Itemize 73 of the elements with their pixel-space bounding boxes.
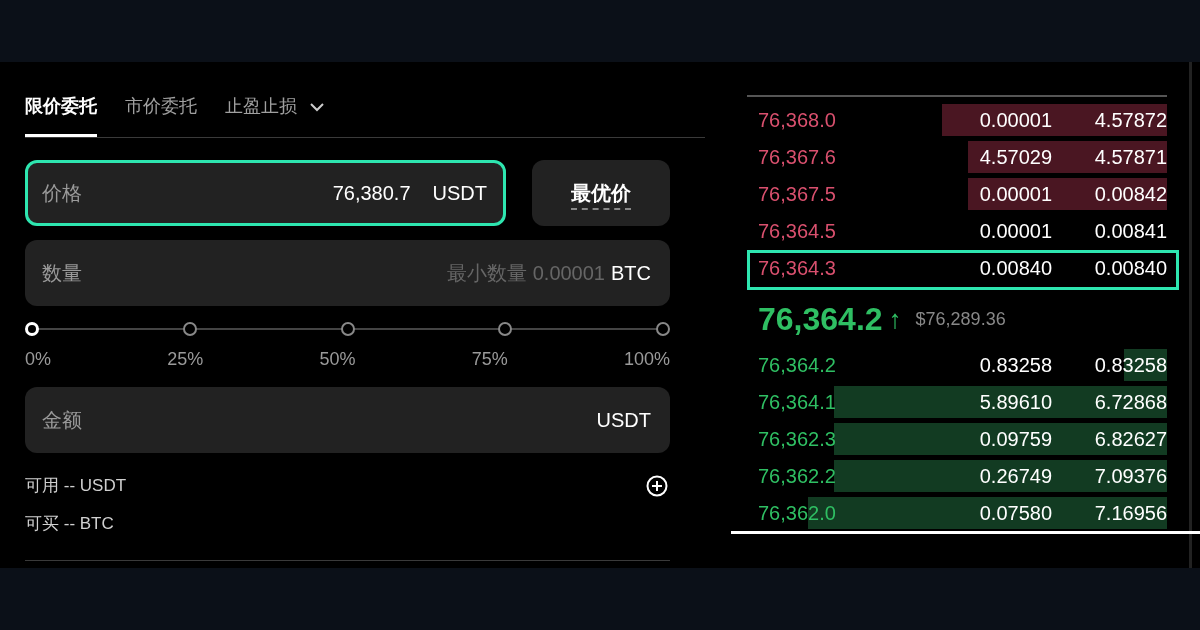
price-cell-text: 76,364.3 <box>758 255 837 281</box>
amount-input[interactable]: 最小数量 0.00001 <box>405 258 605 288</box>
amount-cell-text: 4.57029 <box>978 144 1052 170</box>
order-row[interactable]: 76,367.5 0.00001 0.00842 <box>735 175 1167 212</box>
price-cell-text: 76,364.2 <box>758 352 837 378</box>
price-cell-text: 76,367.6 <box>758 144 837 170</box>
amount-cell-text: 0.26749 <box>978 463 1052 489</box>
total-cell-text: 6.72868 <box>1094 389 1167 415</box>
price-cell-text: 76,364.1 <box>758 389 837 415</box>
chevron-down-icon <box>309 101 325 112</box>
slider-step[interactable] <box>340 322 355 336</box>
amount-cell-text: 0.07580 <box>978 500 1052 526</box>
usd-price: $76,289.36 <box>915 307 1006 331</box>
price-cell-text: 76,362.0 <box>758 500 837 526</box>
total-cell-text: 0.00841 <box>1094 218 1167 244</box>
field-label: 金额 <box>42 408 82 433</box>
input-field[interactable]: 价格 76,380.7 USDT <box>25 160 506 226</box>
amount-cell-text: 0.00840 <box>978 255 1052 281</box>
total-cell-text: 4.57872 <box>1094 107 1167 133</box>
field-label: 数量 <box>42 261 82 286</box>
amount-cell-text: 0.00001 <box>978 181 1052 207</box>
total-cell-text: 0.00840 <box>1094 255 1167 281</box>
total-cell-text: 4.57871 <box>1094 144 1167 170</box>
available-balance: 可用 -- USDT <box>25 475 127 497</box>
order-row[interactable]: 76,362.0 0.07580 7.16956 <box>735 494 1167 531</box>
amount-cell-text: 0.83258 <box>978 352 1052 378</box>
order-row[interactable]: 76,364.3 0.00840 0.00840 <box>735 249 1167 286</box>
price-cell-text: 76,362.3 <box>758 426 837 452</box>
add-circle-icon[interactable] <box>646 475 668 497</box>
order-row[interactable]: 76,364.1 5.89610 6.72868 <box>735 383 1167 420</box>
slider-step[interactable] <box>182 322 197 336</box>
order-row[interactable]: 76,362.3 0.09759 6.82627 <box>735 420 1167 457</box>
price-cell-text: 76,362.2 <box>758 463 837 489</box>
amount-cell-text: 0.09759 <box>978 426 1052 452</box>
amount-cell-text: 5.89610 <box>978 389 1052 415</box>
order-type-tab[interactable]: 限价委托 <box>25 91 97 137</box>
slider[interactable] <box>25 322 670 336</box>
total-cell-text: 0.00842 <box>1094 181 1167 207</box>
order-row[interactable]: 76,368.0 0.00001 4.57872 <box>735 101 1167 138</box>
percent-label: 0% <box>25 348 51 371</box>
amount-cell-text: 0.00001 <box>978 107 1052 133</box>
order-row[interactable]: 76,364.5 0.00001 0.00841 <box>735 212 1167 249</box>
order-row[interactable]: 76,362.2 0.26749 7.09376 <box>735 457 1167 494</box>
order-type-tab[interactable]: 止盈止损 <box>225 91 325 137</box>
price-arrow: ↑ <box>888 302 902 336</box>
unit-label: USDT <box>432 181 487 206</box>
price-cell-text: 76,368.0 <box>758 107 837 133</box>
unit-label: USDT <box>596 408 651 433</box>
slider-thumb[interactable] <box>25 322 39 336</box>
total-cell-text: 0.83258 <box>1094 352 1167 378</box>
input-field[interactable]: 金额 USDT <box>25 387 670 453</box>
total-cell-text: 6.82627 <box>1094 426 1167 452</box>
total-cell-text: 7.09376 <box>1094 463 1167 489</box>
amount-cell-text: 0.00001 <box>978 218 1052 244</box>
input-field[interactable]: 数量 最小数量 0.00001 BTC <box>25 240 670 306</box>
price-cell-text: 76,364.5 <box>758 218 837 244</box>
last-price: 76,364.2 <box>758 300 883 339</box>
unit-label: BTC <box>611 261 651 286</box>
best-price-button[interactable]: 最优价 <box>532 160 670 226</box>
percent-label: 100% <box>623 348 670 371</box>
order-row[interactable]: 76,367.6 4.57029 4.57871 <box>735 138 1167 175</box>
percent-label: 25% <box>167 348 204 371</box>
total-cell-text: 7.16956 <box>1094 500 1167 526</box>
price-value: 76,380.7 <box>332 181 411 206</box>
percent-label: 75% <box>471 348 508 371</box>
field-label: 价格 <box>42 181 82 206</box>
slider-step[interactable] <box>498 322 513 336</box>
order-row[interactable]: 76,364.2 0.83258 0.83258 <box>735 346 1167 383</box>
buyable-amount: 可买 -- BTC <box>25 512 115 535</box>
price-cell-text: 76,367.5 <box>758 181 837 207</box>
slider-step[interactable] <box>656 322 670 336</box>
order-type-tab[interactable]: 市价委托 <box>125 91 197 137</box>
percent-label: 50% <box>319 348 356 371</box>
